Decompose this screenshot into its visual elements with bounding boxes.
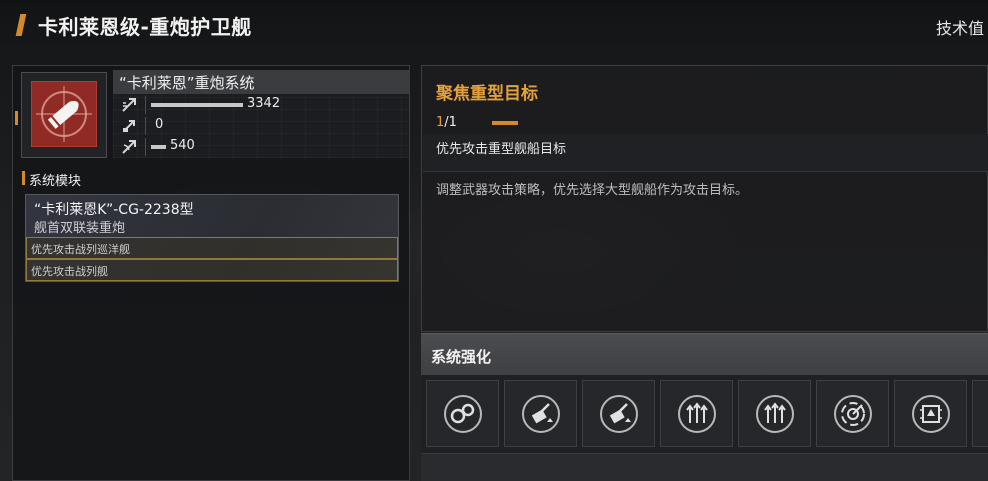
module-name: “卡利莱恩K”-CG-2238型 xyxy=(34,202,194,218)
system-stats: 3342 0 540 xyxy=(113,94,409,158)
stat-row-armor-pierce: 0 xyxy=(113,117,409,135)
module-card[interactable]: “卡利莱恩K”-CG-2238型 舰首双联装重炮 优先攻击战列巡洋舰 优先攻击战… xyxy=(25,194,399,282)
title-accent xyxy=(15,14,27,36)
detail-subhead-text: 优先攻击重型舰船目标 xyxy=(436,142,567,157)
turret-upgrade-icon xyxy=(522,395,560,433)
gear-cluster-icon xyxy=(444,395,482,433)
section-accent xyxy=(22,171,25,185)
enhancement-slot[interactable] xyxy=(894,380,967,447)
damage-icon xyxy=(122,98,136,112)
system-icon-frame[interactable] xyxy=(15,72,107,158)
stat-value-damage: 3342 xyxy=(247,96,281,111)
enhancement-slot[interactable] xyxy=(504,380,577,447)
stat-bar-damage xyxy=(151,103,243,107)
system-panel: “卡利莱恩”重炮系统 3342 0 540 系统模块 “卡利莱恩K”-CG-22… xyxy=(12,65,410,481)
tech-value-tab[interactable]: 技术值 xyxy=(936,15,988,39)
enhancement-slot[interactable] xyxy=(582,380,655,447)
turret-upgrade-icon xyxy=(600,395,638,433)
stat-bar-range xyxy=(151,145,166,149)
detail-subhead: 优先攻击重型舰船目标 xyxy=(423,134,988,172)
module-tag: 优先攻击战列巡洋舰 xyxy=(26,237,398,259)
stat-divider xyxy=(145,138,146,156)
stat-value-range: 540 xyxy=(170,138,195,153)
level-total: /1 xyxy=(444,115,457,130)
detail-level: 1/1 xyxy=(436,115,457,130)
enhancement-header: 系统强化 xyxy=(421,333,988,375)
detail-description: 调整武器攻击策略，优先选择大型舰船作为攻击目标。 xyxy=(436,183,749,198)
enhancement-slot-partial[interactable] xyxy=(972,380,988,447)
enhancement-slot[interactable] xyxy=(426,380,499,447)
stat-divider xyxy=(145,117,146,135)
enhancement-title: 系统强化 xyxy=(431,348,492,366)
stat-row-damage: 3342 xyxy=(113,96,409,114)
enhancement-slot[interactable] xyxy=(738,380,811,447)
level-bar xyxy=(492,121,518,125)
shell-target-icon xyxy=(31,81,97,147)
page-title: 卡利莱恩级-重炮护卫舰 xyxy=(38,15,252,39)
detail-title: 聚焦重型目标 xyxy=(436,84,538,104)
range-icon xyxy=(122,140,136,154)
selection-accent xyxy=(15,111,18,125)
stat-divider xyxy=(145,96,146,114)
stat-row-range: 540 xyxy=(113,138,409,156)
stat-value-armor-pierce: 0 xyxy=(155,117,164,132)
section-title-modules: 系统模块 xyxy=(29,174,82,189)
enhancement-slot[interactable] xyxy=(816,380,889,447)
armor-pierce-icon xyxy=(123,120,135,132)
system-name: “卡利莱恩”重炮系统 xyxy=(113,70,409,94)
triple-arrow-up-icon xyxy=(678,395,716,433)
chip-icon xyxy=(912,395,950,433)
enhancement-slots xyxy=(421,375,988,481)
module-tag: 优先攻击战列舰 xyxy=(26,259,398,281)
detail-panel: 聚焦重型目标 1/1 优先攻击重型舰船目标 调整武器攻击策略，优先选择大型舰船作… xyxy=(421,65,988,332)
header-bar: 卡利莱恩级-重炮护卫舰 技术值 xyxy=(0,0,988,52)
enhancement-footer xyxy=(421,453,988,481)
triple-arrow-up-icon xyxy=(756,395,794,433)
radar-sweep-icon xyxy=(834,395,872,433)
module-subtitle: 舰首双联装重炮 xyxy=(34,221,126,236)
enhancement-slot[interactable] xyxy=(660,380,733,447)
